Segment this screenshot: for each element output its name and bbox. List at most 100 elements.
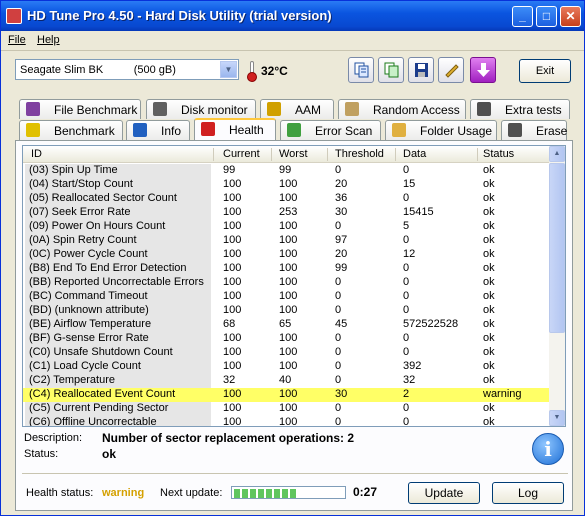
tab-label: Random Access bbox=[373, 103, 460, 117]
cell-status: ok bbox=[483, 234, 495, 246]
options-button[interactable] bbox=[438, 57, 464, 83]
cell-current: 100 bbox=[223, 262, 242, 274]
tab-erase[interactable]: Erase bbox=[501, 120, 567, 140]
table-row[interactable]: (05) Reallocated Sector Count 100 100 36 0 ok bbox=[23, 192, 550, 206]
tab-disk-monitor[interactable]: Disk monitor bbox=[146, 99, 256, 119]
tab-random-access[interactable]: Random Access bbox=[338, 99, 466, 119]
header-worst[interactable]: Worst bbox=[279, 148, 308, 160]
cell-status: ok bbox=[483, 374, 495, 386]
floppy-disk-icon bbox=[415, 63, 428, 77]
copy-screenshot-button[interactable] bbox=[378, 57, 404, 83]
table-row[interactable]: (C4) Reallocated Event Count 100 100 30 2 war… bbox=[23, 388, 550, 402]
title-bar[interactable]: HD Tune Pro 4.50 - Hard Disk Utility (tr… bbox=[1, 1, 584, 31]
save-button[interactable] bbox=[408, 57, 434, 83]
table-row[interactable]: (03) Spin Up Time 99 99 0 0 ok bbox=[23, 164, 550, 178]
table-row[interactable]: (09) Power On Hours Count 100 100 0 5 ok bbox=[23, 220, 550, 234]
table-row[interactable]: (0C) Power Cycle Count 100 100 20 12 ok bbox=[23, 248, 550, 262]
cell-id: (BC) Command Timeout bbox=[29, 290, 148, 302]
chevron-down-icon[interactable]: ▼ bbox=[220, 61, 237, 78]
table-row[interactable]: (04) Start/Stop Count 100 100 20 15 ok bbox=[23, 178, 550, 192]
table-row[interactable]: (BE) Airflow Temperature 68 65 45 572522528 o… bbox=[23, 318, 550, 332]
cell-threshold: 30 bbox=[335, 206, 348, 218]
tab-file-benchmark[interactable]: File Benchmark bbox=[19, 99, 141, 119]
cell-id: (BD) (unknown attribute) bbox=[29, 304, 149, 316]
progress-segment bbox=[274, 489, 280, 498]
table-row[interactable]: (C6) Offline Uncorrectable 100 100 0 0 ok bbox=[23, 416, 550, 427]
table-row[interactable]: (07) Seek Error Rate 100 253 30 15415 ok bbox=[23, 206, 550, 220]
app-window: HD Tune Pro 4.50 - Hard Disk Utility (tr… bbox=[0, 0, 585, 516]
cell-worst: 100 bbox=[279, 192, 298, 204]
update-timer: 0:27 bbox=[353, 485, 378, 499]
header-current[interactable]: Current bbox=[223, 148, 260, 160]
cell-worst: 100 bbox=[279, 388, 298, 400]
cell-threshold: 99 bbox=[335, 262, 348, 274]
scroll-up-icon[interactable]: ▲ bbox=[549, 146, 565, 162]
cell-threshold: 0 bbox=[335, 360, 342, 372]
cell-current: 100 bbox=[223, 360, 242, 372]
cell-current: 100 bbox=[223, 402, 242, 414]
cell-data: 0 bbox=[403, 416, 410, 427]
table-row[interactable]: (BD) (unknown attribute) 100 100 0 0 ok bbox=[23, 304, 550, 318]
cell-current: 100 bbox=[223, 346, 242, 358]
cell-data: 15415 bbox=[403, 206, 434, 218]
speaker-icon bbox=[267, 102, 281, 116]
maximize-button[interactable]: □ bbox=[536, 6, 557, 27]
cell-worst: 100 bbox=[279, 262, 298, 274]
tab-benchmark[interactable]: Benchmark bbox=[19, 120, 123, 140]
log-button[interactable]: Log bbox=[492, 482, 564, 504]
cell-id: (C4) Reallocated Event Count bbox=[29, 388, 176, 400]
table-row[interactable]: (BB) Reported Uncorrectable Errors 100 100… bbox=[23, 276, 550, 290]
header-status[interactable]: Status bbox=[483, 148, 514, 160]
extra-tests-icon bbox=[477, 102, 491, 116]
tab-health[interactable]: Health bbox=[194, 118, 276, 140]
table-row[interactable]: (C1) Load Cycle Count 100 100 0 392 ok bbox=[23, 360, 550, 374]
copy-text-button[interactable] bbox=[348, 57, 374, 83]
table-row[interactable]: (0A) Spin Retry Count 100 100 97 0 ok bbox=[23, 234, 550, 248]
table-row[interactable]: (BF) G-sense Error Rate 100 100 0 0 ok bbox=[23, 332, 550, 346]
cell-data: 0 bbox=[403, 346, 410, 358]
health-cross-icon bbox=[201, 122, 215, 136]
drive-dropdown[interactable]: Seagate Slim BK (500 gB) ▼ bbox=[15, 59, 239, 80]
cell-worst: 253 bbox=[279, 206, 298, 218]
update-button[interactable]: Update bbox=[408, 482, 480, 504]
cell-data: 12 bbox=[403, 248, 416, 260]
table-row[interactable]: (C0) Unsafe Shutdown Count 100 100 0 0 ok bbox=[23, 346, 550, 360]
progress-segment bbox=[266, 489, 272, 498]
download-button[interactable] bbox=[470, 57, 496, 83]
table-row[interactable]: (C2) Temperature 32 40 0 32 ok bbox=[23, 374, 550, 388]
info-icon[interactable]: i bbox=[532, 433, 564, 465]
table-row[interactable]: (B8) End To End Error Detection 100 100 99 0… bbox=[23, 262, 550, 276]
tab-error-scan[interactable]: Error Scan bbox=[280, 120, 381, 140]
cell-status: ok bbox=[483, 360, 495, 372]
vertical-scrollbar[interactable]: ▲ ▼ bbox=[549, 146, 565, 426]
cell-current: 100 bbox=[223, 248, 242, 260]
exit-button[interactable]: Exit bbox=[519, 59, 571, 83]
cell-current: 99 bbox=[223, 164, 236, 176]
tab-extra-tests[interactable]: Extra tests bbox=[470, 99, 570, 119]
header-id[interactable]: ID bbox=[31, 148, 42, 160]
cell-status: ok bbox=[483, 346, 495, 358]
header-threshold[interactable]: Threshold bbox=[335, 148, 384, 160]
scroll-down-icon[interactable]: ▼ bbox=[549, 410, 565, 426]
cell-id: (0C) Power Cycle Count bbox=[29, 248, 148, 260]
table-row[interactable]: (C5) Current Pending Sector 100 100 0 0 ok bbox=[23, 402, 550, 416]
close-button[interactable]: ✕ bbox=[560, 6, 581, 27]
header-data[interactable]: Data bbox=[403, 148, 426, 160]
menu-file[interactable]: File bbox=[8, 34, 26, 46]
minimize-button[interactable]: _ bbox=[512, 6, 533, 27]
cell-threshold: 0 bbox=[335, 374, 342, 386]
cell-worst: 100 bbox=[279, 178, 298, 190]
table-row[interactable]: (BC) Command Timeout 100 100 0 0 ok bbox=[23, 290, 550, 304]
random-access-icon bbox=[345, 102, 359, 116]
cell-threshold: 20 bbox=[335, 248, 348, 260]
wrench-icon bbox=[445, 64, 459, 78]
tab-label: Extra tests bbox=[505, 103, 562, 117]
tab-label: Folder Usage bbox=[420, 124, 493, 138]
scroll-thumb[interactable] bbox=[549, 163, 565, 333]
tab-folder-usage[interactable]: Folder Usage bbox=[385, 120, 497, 140]
tab-info[interactable]: Info bbox=[126, 120, 190, 140]
menu-help[interactable]: Help bbox=[37, 34, 60, 46]
tab-aam[interactable]: AAM bbox=[260, 99, 334, 119]
cell-current: 100 bbox=[223, 206, 242, 218]
cell-threshold: 0 bbox=[335, 290, 342, 302]
